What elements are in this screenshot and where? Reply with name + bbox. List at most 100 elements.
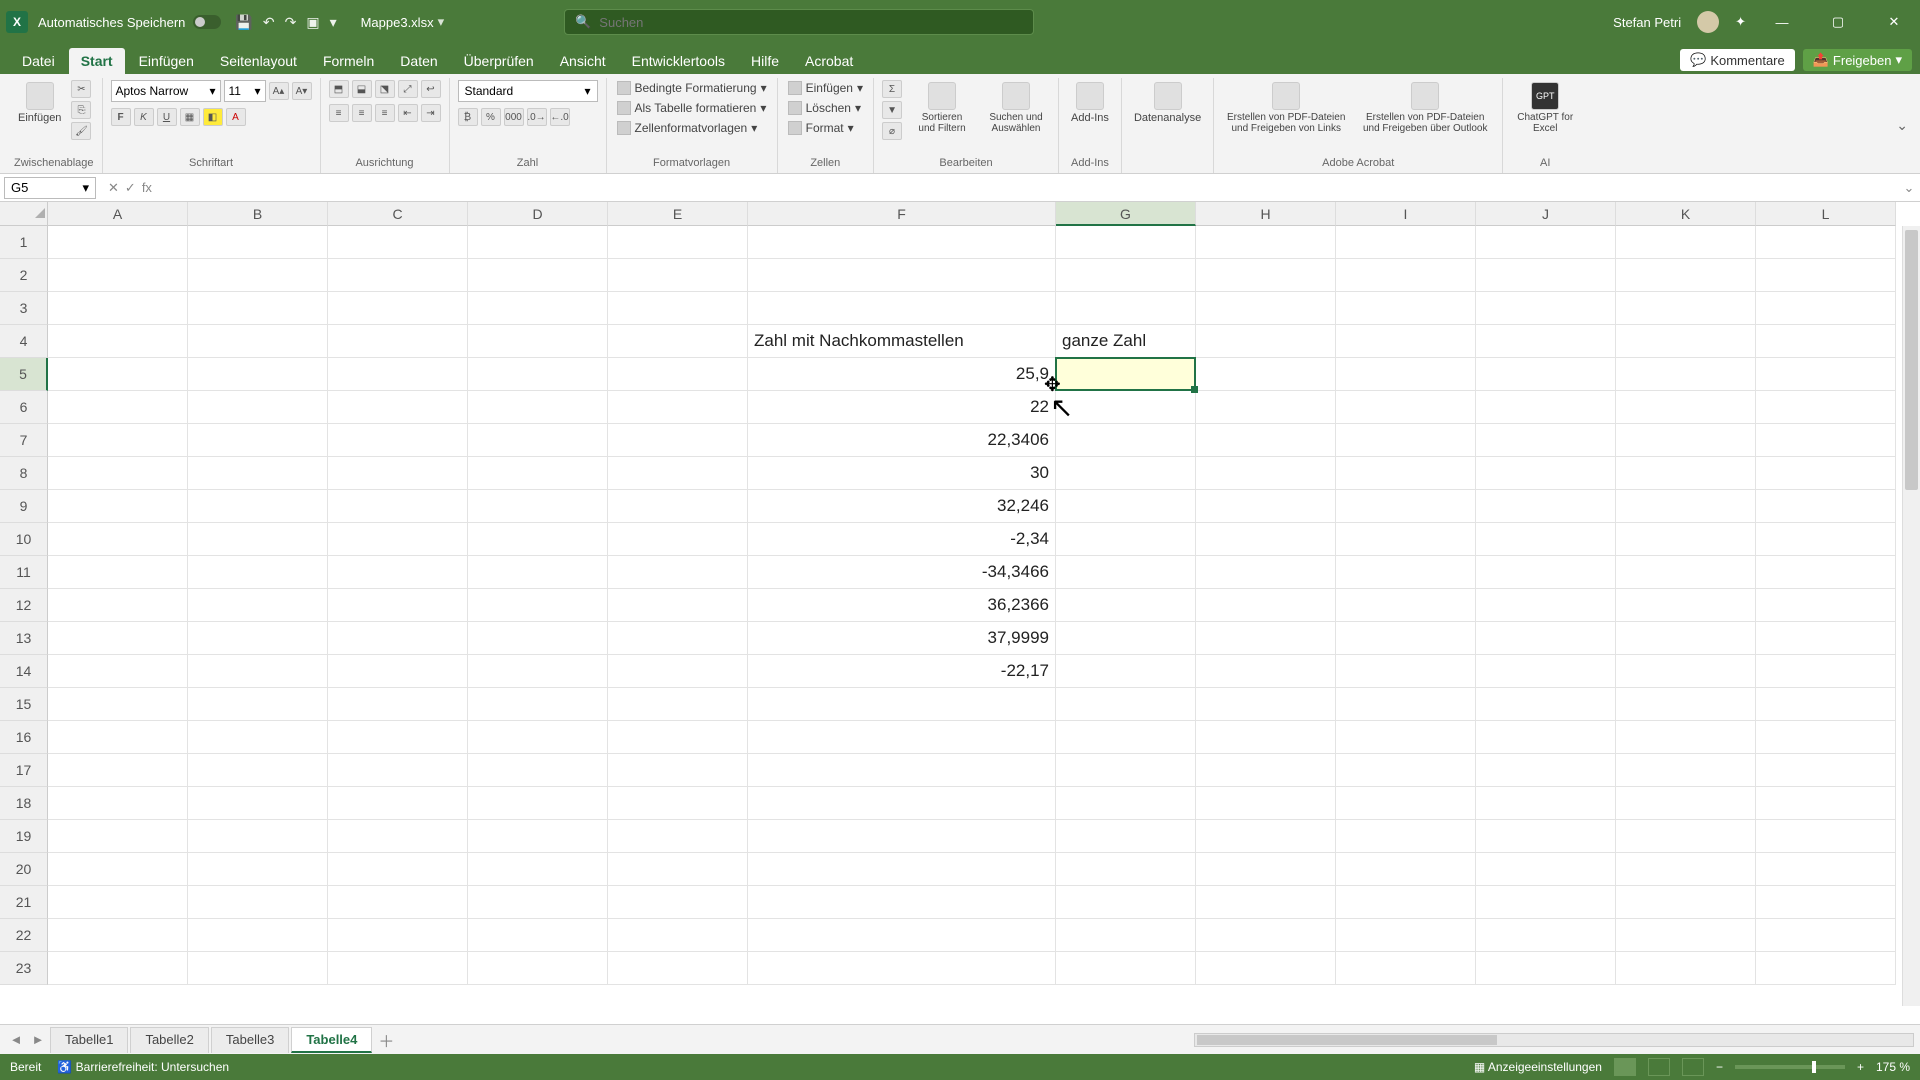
cell-D2[interactable]	[468, 259, 608, 292]
cell-B17[interactable]	[188, 754, 328, 787]
cell-B16[interactable]	[188, 721, 328, 754]
cell-K9[interactable]	[1616, 490, 1756, 523]
cell-E4[interactable]	[608, 325, 748, 358]
cell-L3[interactable]	[1756, 292, 1896, 325]
cell-C13[interactable]	[328, 622, 468, 655]
add-sheet-button[interactable]: ＋	[374, 1028, 398, 1052]
cell-C3[interactable]	[328, 292, 468, 325]
zoom-level[interactable]: 175 %	[1876, 1060, 1910, 1074]
cell-K17[interactable]	[1616, 754, 1756, 787]
cell-D13[interactable]	[468, 622, 608, 655]
row-header-1[interactable]: 1	[0, 226, 48, 259]
cell-D6[interactable]	[468, 391, 608, 424]
cell-H21[interactable]	[1196, 886, 1336, 919]
cell-H22[interactable]	[1196, 919, 1336, 952]
find-select-button[interactable]: Suchen und Auswählen	[982, 80, 1050, 136]
cell-I12[interactable]	[1336, 589, 1476, 622]
cell-C16[interactable]	[328, 721, 468, 754]
cell-E11[interactable]	[608, 556, 748, 589]
cell-H7[interactable]	[1196, 424, 1336, 457]
cell-F11[interactable]: -34,3466	[748, 556, 1056, 589]
autosum-icon[interactable]: Σ	[882, 80, 902, 98]
cell-L10[interactable]	[1756, 523, 1896, 556]
cell-L13[interactable]	[1756, 622, 1896, 655]
cell-F12[interactable]: 36,2366	[748, 589, 1056, 622]
cell-K1[interactable]	[1616, 226, 1756, 259]
cell-G12[interactable]	[1056, 589, 1196, 622]
cell-H10[interactable]	[1196, 523, 1336, 556]
cell-F2[interactable]	[748, 259, 1056, 292]
cell-J14[interactable]	[1476, 655, 1616, 688]
ribbon-tab-seitenlayout[interactable]: Seitenlayout	[208, 48, 309, 74]
cell-A16[interactable]	[48, 721, 188, 754]
ribbon-tab-acrobat[interactable]: Acrobat	[793, 48, 865, 74]
row-header-11[interactable]: 11	[0, 556, 48, 589]
cell-A11[interactable]	[48, 556, 188, 589]
cell-J5[interactable]	[1476, 358, 1616, 391]
cell-styles-button[interactable]: Zellenformatvorlagen ▾	[615, 120, 760, 136]
cell-J12[interactable]	[1476, 589, 1616, 622]
format-as-table-button[interactable]: Als Tabelle formatieren ▾	[615, 100, 769, 116]
cell-H19[interactable]	[1196, 820, 1336, 853]
wrap-text-icon[interactable]: ↩	[421, 80, 441, 98]
row-header-3[interactable]: 3	[0, 292, 48, 325]
cell-G22[interactable]	[1056, 919, 1196, 952]
cell-L15[interactable]	[1756, 688, 1896, 721]
align-left-icon[interactable]: ≡	[329, 104, 349, 122]
row-header-17[interactable]: 17	[0, 754, 48, 787]
indent-decrease-icon[interactable]: ⇤	[398, 104, 418, 122]
cell-A17[interactable]	[48, 754, 188, 787]
cell-D15[interactable]	[468, 688, 608, 721]
cell-G16[interactable]	[1056, 721, 1196, 754]
align-bottom-icon[interactable]: ⬔	[375, 80, 395, 98]
cell-J23[interactable]	[1476, 952, 1616, 985]
cell-B10[interactable]	[188, 523, 328, 556]
row-header-16[interactable]: 16	[0, 721, 48, 754]
cell-I10[interactable]	[1336, 523, 1476, 556]
cell-F7[interactable]: 22,3406	[748, 424, 1056, 457]
cell-G21[interactable]	[1056, 886, 1196, 919]
cell-J10[interactable]	[1476, 523, 1616, 556]
expand-formula-bar-icon[interactable]: ⌄	[1898, 180, 1920, 196]
cell-K6[interactable]	[1616, 391, 1756, 424]
row-header-6[interactable]: 6	[0, 391, 48, 424]
row-header-10[interactable]: 10	[0, 523, 48, 556]
ribbon-tab-datei[interactable]: Datei	[10, 48, 67, 74]
cell-J6[interactable]	[1476, 391, 1616, 424]
cell-D10[interactable]	[468, 523, 608, 556]
document-title[interactable]: Mappe3.xlsx	[361, 15, 434, 30]
cell-F23[interactable]	[748, 952, 1056, 985]
cell-I20[interactable]	[1336, 853, 1476, 886]
cell-H3[interactable]	[1196, 292, 1336, 325]
font-color-icon[interactable]: A	[226, 108, 246, 126]
cell-I19[interactable]	[1336, 820, 1476, 853]
cell-I23[interactable]	[1336, 952, 1476, 985]
cell-H18[interactable]	[1196, 787, 1336, 820]
cell-K18[interactable]	[1616, 787, 1756, 820]
cell-A8[interactable]	[48, 457, 188, 490]
cell-B3[interactable]	[188, 292, 328, 325]
cell-H4[interactable]	[1196, 325, 1336, 358]
cell-L8[interactable]	[1756, 457, 1896, 490]
cell-E12[interactable]	[608, 589, 748, 622]
redo-icon[interactable]: ↷	[285, 14, 297, 31]
cell-J16[interactable]	[1476, 721, 1616, 754]
cell-F10[interactable]: -2,34	[748, 523, 1056, 556]
conditional-formatting-button[interactable]: Bedingte Formatierung ▾	[615, 80, 769, 96]
close-button[interactable]: ✕	[1874, 7, 1914, 37]
cell-F8[interactable]: 30	[748, 457, 1056, 490]
cell-L18[interactable]	[1756, 787, 1896, 820]
cell-H15[interactable]	[1196, 688, 1336, 721]
cell-K23[interactable]	[1616, 952, 1756, 985]
cell-F17[interactable]	[748, 754, 1056, 787]
chatgpt-button[interactable]: GPTChatGPT for Excel	[1511, 80, 1579, 136]
italic-button[interactable]: K	[134, 108, 154, 126]
number-format-select[interactable]: Standard▾	[458, 80, 598, 102]
sheet-tab-tabelle4[interactable]: Tabelle4	[291, 1027, 372, 1053]
cell-I22[interactable]	[1336, 919, 1476, 952]
cell-J1[interactable]	[1476, 226, 1616, 259]
cell-J9[interactable]	[1476, 490, 1616, 523]
row-header-15[interactable]: 15	[0, 688, 48, 721]
cell-I1[interactable]	[1336, 226, 1476, 259]
cell-B20[interactable]	[188, 853, 328, 886]
